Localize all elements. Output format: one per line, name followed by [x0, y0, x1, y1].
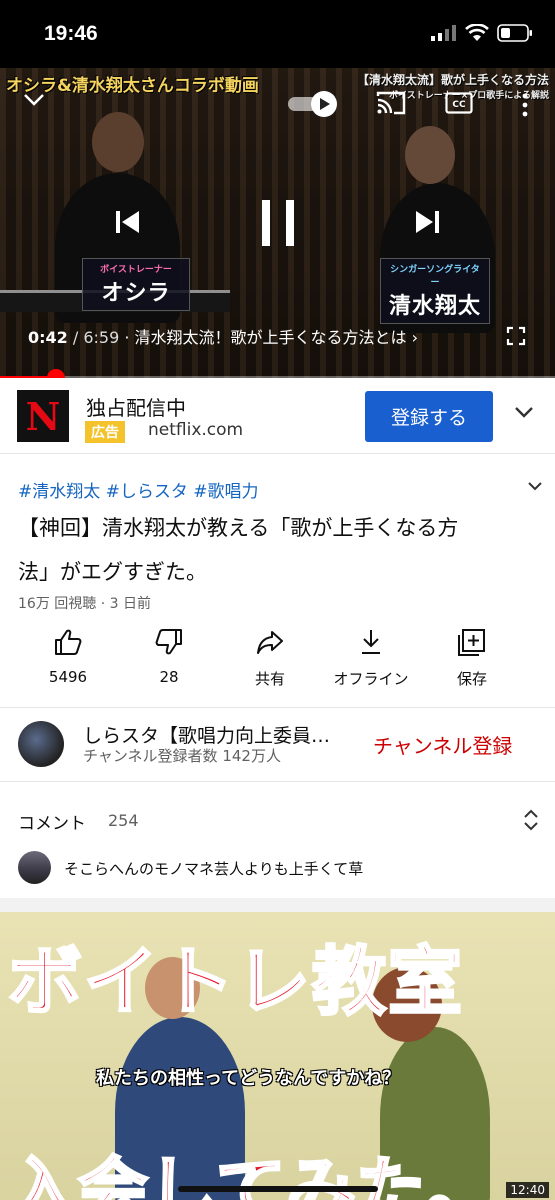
video-title[interactable]: 【神回】清水翔太が教える「歌が上手くなる方法」がエグすぎた。	[18, 506, 488, 594]
status-time: 19:46	[44, 22, 98, 45]
ad-badge: 広告	[85, 421, 125, 443]
channel-subscriber-count: チャンネル登録者数 142万人	[83, 747, 281, 765]
svg-text:CC: CC	[452, 100, 466, 110]
cast-icon[interactable]	[376, 90, 406, 116]
time-separator: /	[67, 328, 84, 347]
divider	[0, 781, 555, 782]
comments-title[interactable]: コメント	[18, 809, 86, 834]
ad-cta-button[interactable]: 登録する	[365, 391, 493, 442]
ad-domain: netflix.com	[148, 420, 244, 440]
battery-icon	[497, 24, 532, 42]
progress-bar[interactable]	[0, 369, 555, 378]
status-bar: 19:46	[0, 0, 555, 68]
more-options-icon[interactable]	[520, 92, 530, 118]
video-caption-left-role: ボイストレーナー	[100, 265, 172, 275]
thumb-up-icon	[55, 629, 82, 655]
comments-count: 254	[108, 811, 139, 830]
video-caption-right: シンガーソングライター 清水翔太	[380, 258, 490, 324]
video-player[interactable]: オシラ&清水翔太さんコラボ動画 【清水翔太流】歌が上手くなる方法 ボイストレーナ…	[0, 68, 555, 378]
minimize-chevron-icon[interactable]	[22, 92, 46, 108]
comment-avatar	[18, 851, 51, 884]
channel-avatar[interactable]	[18, 721, 64, 767]
ad-expand-chevron-icon[interactable]	[512, 404, 536, 420]
autoplay-toggle[interactable]	[286, 89, 342, 119]
save-label: 保存	[456, 670, 487, 688]
save-button[interactable]: 保存	[422, 628, 522, 689]
share-label: 共有	[254, 670, 285, 688]
thumb-down-icon	[155, 629, 182, 655]
save-playlist-icon	[458, 629, 485, 656]
netflix-logo: N	[17, 390, 69, 442]
captions-icon[interactable]: CC	[445, 92, 473, 114]
section-gap	[0, 898, 555, 912]
video-duration: 6:59	[83, 328, 120, 347]
fullscreen-icon[interactable]	[506, 326, 526, 346]
next-video-thumbnail[interactable]: ボイトレ教室 私たちの相性ってどうなんですかね？ 入会してみた。 12:40	[0, 912, 555, 1200]
video-meta: 16万 回視聴 · 3 日前	[18, 596, 151, 612]
progress-scrubber[interactable]	[46, 369, 65, 378]
pause-icon[interactable]	[258, 198, 298, 248]
ad-title: 独占配信中	[86, 396, 186, 420]
subscribe-button[interactable]: チャンネル登録	[373, 730, 512, 759]
wifi-icon	[465, 24, 489, 41]
download-icon	[362, 630, 380, 654]
video-actions: 5496 28 共有 オフライン 保存	[18, 628, 538, 694]
channel-name[interactable]: しらスタ【歌唱力向上委員…	[83, 721, 373, 748]
video-hashtags[interactable]: #清水翔太 #しらスタ #歌唱力	[18, 477, 259, 502]
video-overlay-title-right-main: 【清水翔太流】歌が上手くなる方法	[356, 73, 549, 87]
ad-banner[interactable]: N 独占配信中 広告 netflix.com 登録する	[0, 380, 555, 454]
description-expand-chevron-icon[interactable]	[527, 480, 543, 492]
offline-download-button[interactable]: オフライン	[321, 628, 421, 689]
top-comment-text[interactable]: そこらへんのモノマネ芸人よりも上手くて草	[64, 858, 363, 879]
next-icon[interactable]	[414, 208, 442, 236]
divider	[0, 707, 555, 708]
expand-comments-icon[interactable]	[522, 808, 540, 832]
like-count: 5496	[48, 668, 88, 686]
next-video-duration: 12:40	[506, 1182, 549, 1198]
video-caption-right-name: 清水翔太	[388, 294, 481, 319]
video-caption-right-role: シンガーソングライター	[390, 265, 480, 288]
offline-label: オフライン	[333, 670, 409, 688]
thumb-subtitle: 私たちの相性ってどうなんですかね？	[96, 1068, 401, 1089]
share-icon	[257, 631, 283, 654]
signal-icon	[431, 25, 456, 41]
dislike-button[interactable]: 28	[119, 628, 219, 686]
chapter-title[interactable]: · 清水翔太流！歌が上手くなる方法とは ›	[119, 328, 418, 347]
video-caption-left-name: オシラ	[101, 281, 171, 306]
home-indicator[interactable]	[178, 1186, 378, 1192]
thumb-title-top: ボイトレ教室	[7, 938, 464, 1027]
like-button[interactable]: 5496	[18, 628, 118, 686]
share-button[interactable]: 共有	[220, 628, 320, 689]
player-time-row: 0:42 / 6:59 · 清水翔太流！歌が上手くなる方法とは ›	[28, 324, 418, 348]
previous-icon[interactable]	[113, 208, 141, 236]
current-time: 0:42	[28, 328, 68, 347]
video-caption-left: ボイストレーナー オシラ	[82, 258, 190, 311]
status-icons	[431, 24, 533, 42]
dislike-count: 28	[159, 668, 179, 686]
